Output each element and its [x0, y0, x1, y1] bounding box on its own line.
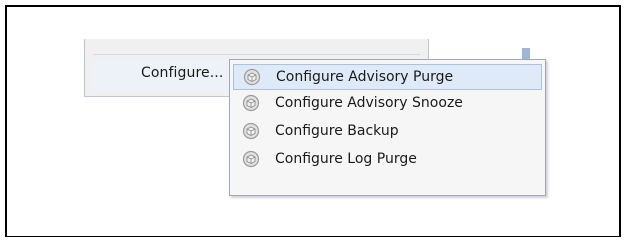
menu-separator — [93, 54, 420, 55]
submenu-item-configure-log-purge[interactable]: Configure Log Purge — [233, 146, 542, 172]
configure-submenu: Configure Advisory Purge Configure Advis… — [229, 59, 546, 196]
submenu-item-label: Configure Advisory Purge — [276, 69, 454, 85]
submenu-item-configure-advisory-snooze[interactable]: Configure Advisory Snooze — [233, 90, 542, 116]
menu-item-configure-label: Configure... — [141, 65, 224, 81]
submenu-item-label: Configure Advisory Snooze — [275, 95, 463, 111]
gear-cube-icon — [242, 150, 260, 168]
submenu-item-label: Configure Log Purge — [275, 151, 417, 167]
gear-cube-icon — [242, 122, 260, 140]
gear-cube-icon — [243, 68, 261, 86]
submenu-item-configure-backup[interactable]: Configure Backup — [233, 118, 542, 144]
gear-cube-icon — [242, 94, 260, 112]
submenu-item-configure-advisory-purge[interactable]: Configure Advisory Purge — [233, 64, 542, 90]
submenu-item-label: Configure Backup — [275, 123, 399, 139]
